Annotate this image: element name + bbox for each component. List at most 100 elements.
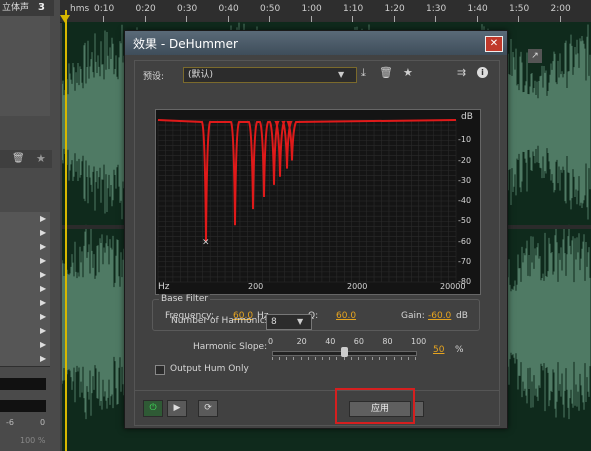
chevron-right-icon[interactable]: ▶	[40, 228, 46, 238]
playhead[interactable]	[65, 10, 67, 451]
slope-tick	[300, 357, 302, 360]
ruler-tick-label: 1:00	[301, 4, 322, 14]
highlight-annotation	[335, 388, 415, 424]
slope-tick	[314, 357, 316, 360]
db-unit-label: dB	[461, 112, 473, 122]
frequency-response-graph[interactable]: × dB Hz -10 -20 -30 -40 -50 -60 -70 -80 200 2000 2…	[155, 109, 481, 295]
power-icon: ⏻	[149, 403, 157, 413]
slope-scale-label: 20	[296, 337, 307, 346]
ruler-tick-label: 0:10	[94, 4, 115, 14]
slope-tick	[272, 357, 273, 360]
output-hum-only-checkbox[interactable]	[155, 365, 165, 375]
freq-tick-label: 20000	[440, 282, 466, 291]
loop-button[interactable]: ⟳	[198, 400, 218, 417]
gain-value[interactable]: -60.0	[428, 311, 451, 321]
harmonics-dropdown[interactable]: 8 ▼	[266, 314, 312, 330]
slope-tick	[386, 357, 388, 360]
base-filter-group: Base Filter Frequency: 60.0 Hz Q: 60.0 G…	[152, 294, 480, 331]
slope-tick	[379, 357, 381, 360]
ruler-tick-label: 0:40	[218, 4, 239, 14]
slope-tick	[393, 357, 395, 360]
chevron-right-icon[interactable]: ▶	[40, 214, 46, 224]
trash-icon[interactable]: 🗑	[379, 66, 393, 79]
slope-unit: %	[455, 345, 464, 355]
slope-tick	[293, 357, 295, 360]
dehummer-dialog: 效果 - DeHummer ✕ 预设: (默认) ▼ ⤓ 🗑 ★ ⇉ i × d…	[124, 30, 508, 429]
slope-tick	[357, 357, 359, 360]
preset-dropdown[interactable]: (默认) ▼	[183, 67, 357, 83]
routing-icon[interactable]: ⇉	[457, 66, 466, 79]
db-tick-label: -50	[458, 216, 472, 226]
chevron-right-icon[interactable]: ▶	[40, 298, 46, 308]
playhead-marker-icon[interactable]	[60, 10, 70, 23]
ruler-tick-label: 0:30	[177, 4, 198, 14]
star-icon[interactable]: ★	[403, 66, 413, 79]
base-frequency-handle[interactable]: ×	[202, 238, 210, 248]
slope-value[interactable]: 50	[433, 345, 444, 355]
level-meter	[0, 378, 46, 390]
close-dialog-button[interactable]	[414, 401, 424, 417]
chevron-right-icon[interactable]: ▶	[40, 354, 46, 364]
trash-icon[interactable]: 🗑	[12, 153, 25, 164]
dialog-titlebar[interactable]: 效果 - DeHummer ✕	[125, 31, 507, 55]
loop-icon: ⟳	[204, 403, 212, 413]
play-button[interactable]: ▶	[167, 400, 187, 417]
slope-tick	[329, 357, 331, 360]
chevron-down-icon: ▼	[338, 70, 345, 79]
db-tick-label: -20	[458, 155, 472, 165]
preset-label: 预设:	[143, 72, 165, 82]
slope-scale-label: 0	[268, 337, 274, 346]
close-icon: ✕	[489, 38, 499, 49]
meter-value: -6	[6, 418, 14, 427]
slope-tick	[415, 357, 416, 360]
ruler-tick-label: 1:10	[343, 4, 364, 14]
harmonics-value: 8	[271, 317, 277, 327]
save-preset-icon[interactable]: ⤓	[361, 66, 366, 80]
base-filter-legend: Base Filter	[159, 294, 211, 304]
panel-header-number: 3	[38, 2, 45, 13]
panel-expand-icon[interactable]: ↗	[528, 49, 542, 63]
chevron-right-icon[interactable]: ▶	[40, 312, 46, 322]
close-button[interactable]: ✕	[485, 36, 503, 52]
slope-tick	[343, 357, 345, 360]
chevron-right-icon[interactable]: ▶	[40, 284, 46, 294]
star-icon[interactable]: ★	[36, 152, 46, 165]
chevron-right-icon[interactable]: ▶	[40, 256, 46, 266]
files-panel: 立体声 3 🗑 ★ -6 0 100 % ▶ ▶ ▶ ▶ ▶ ▶ ▶ ▶ ▶ ▶ ▶	[0, 0, 60, 451]
ruler-units: hms	[70, 4, 90, 14]
db-tick-label: -70	[458, 256, 472, 266]
ruler-tick-label: 2:00	[550, 4, 571, 14]
preset-value: (默认)	[188, 70, 214, 80]
ruler-tick-label: 1:30	[426, 4, 447, 14]
slope-label: Harmonic Slope:	[193, 342, 268, 352]
db-tick-label: -30	[458, 175, 472, 185]
chevron-right-icon[interactable]: ▶	[40, 340, 46, 350]
info-icon[interactable]: i	[477, 67, 488, 78]
slope-tick	[400, 357, 402, 360]
slope-scale-label: 100	[411, 337, 427, 346]
gain-unit: dB	[456, 311, 468, 321]
chevron-right-icon[interactable]: ▶	[40, 326, 46, 336]
chevron-right-icon[interactable]: ▶	[40, 242, 46, 252]
slope-tick	[322, 357, 324, 360]
hz-unit-label: Hz	[158, 282, 170, 292]
slope-tick	[286, 357, 288, 360]
slope-slider-thumb[interactable]	[340, 347, 348, 357]
harmonics-label: Number of Harmonics:	[171, 316, 273, 326]
file-list	[0, 16, 50, 116]
slope-tick	[407, 357, 409, 360]
timeline-ruler[interactable]: hms 0:10 0:20 0:30 0:40 0:50 1:00 1:10 1:20 1:30…	[60, 0, 591, 23]
slope-tick	[350, 357, 352, 360]
slope-tick	[364, 357, 366, 360]
q-value[interactable]: 60.0	[336, 311, 356, 321]
footer-divider	[135, 390, 499, 391]
panel-toolbar: 🗑 ★	[0, 150, 52, 168]
play-icon: ▶	[173, 403, 181, 413]
chevron-right-icon[interactable]: ▶	[40, 270, 46, 280]
slope-tick	[279, 357, 281, 360]
meter-value: 0	[40, 418, 46, 427]
freq-tick-label: 200	[248, 282, 264, 291]
slope-tick	[372, 357, 374, 360]
db-tick-label: -10	[458, 135, 472, 145]
power-button[interactable]: ⏻	[143, 400, 163, 417]
